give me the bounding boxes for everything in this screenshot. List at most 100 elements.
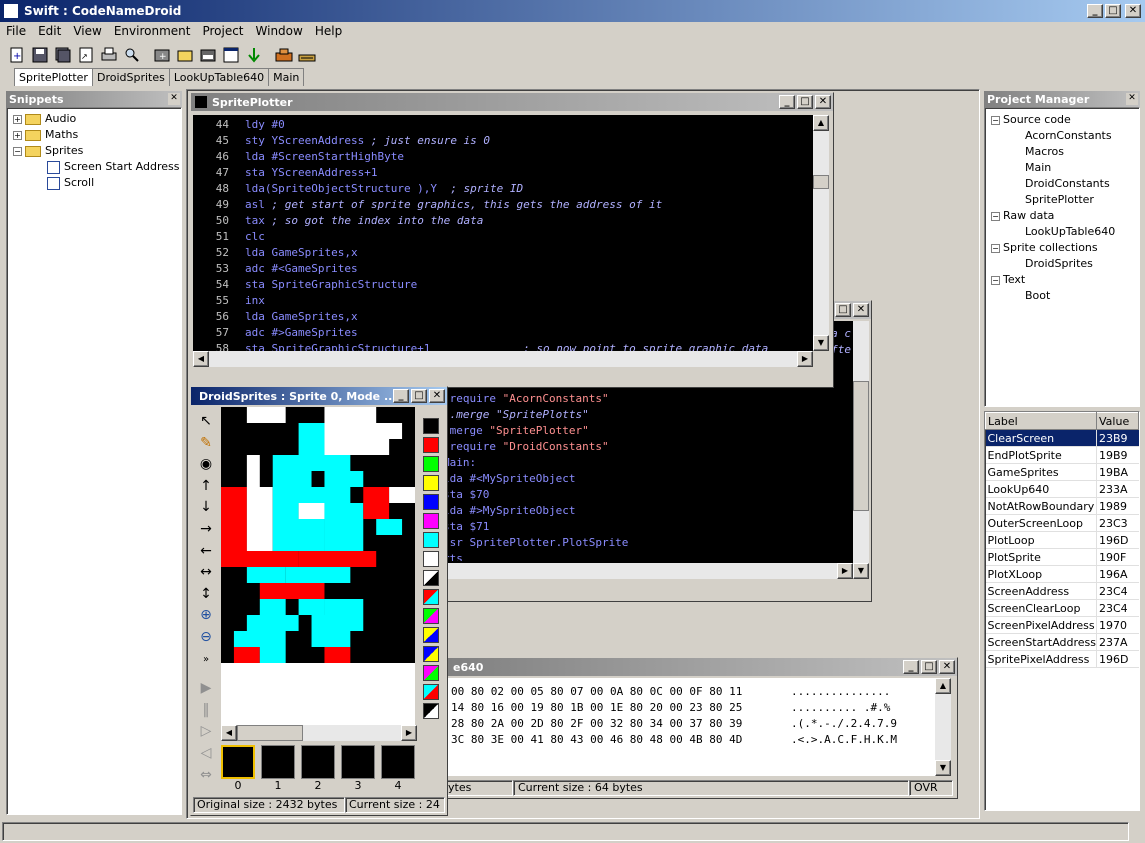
- hex-vertical-scrollbar[interactable]: ▲ ▼: [935, 678, 951, 776]
- new-file-icon[interactable]: +: [6, 44, 28, 66]
- scroll-up-icon[interactable]: ▲: [935, 678, 951, 694]
- collapse-icon[interactable]: −: [991, 275, 1000, 285]
- assemble-icon[interactable]: [273, 44, 295, 66]
- symbol-row[interactable]: ScreenClearLoop 23C4: [985, 599, 1139, 617]
- hex-view[interactable]: 00 80 02 00 05 80 07 00 0A 80 0C 00 0F 8…: [443, 678, 935, 776]
- zoom-out-icon[interactable]: ⊖: [195, 627, 217, 649]
- palette-color-swatch[interactable]: [423, 456, 439, 472]
- pencil-tool-icon[interactable]: ✎: [195, 433, 217, 455]
- project-folder[interactable]: − Source code: [991, 112, 1133, 128]
- symbol-row[interactable]: EndPlotSprite 19B9: [985, 446, 1139, 464]
- sprite-frame-thumb[interactable]: [221, 745, 255, 779]
- find-icon[interactable]: [121, 44, 143, 66]
- flip-vertical-icon[interactable]: ↕: [195, 584, 217, 606]
- sprite-horizontal-scrollbar[interactable]: ◀ ▶: [221, 725, 417, 741]
- value-column-header[interactable]: Value: [1096, 412, 1139, 430]
- symbol-row[interactable]: ScreenPixelAddress 1970: [985, 616, 1139, 634]
- palette-dither-swatch[interactable]: [423, 627, 439, 643]
- symbol-row[interactable]: ScreenStartAddress 237A: [985, 633, 1139, 651]
- shift-right-icon[interactable]: →: [195, 519, 217, 541]
- palette-color-swatch[interactable]: [423, 494, 439, 510]
- scroll-right-icon[interactable]: ▶: [797, 351, 813, 367]
- label-column-header[interactable]: Label: [985, 412, 1097, 430]
- run-icon[interactable]: [296, 44, 318, 66]
- project-file[interactable]: SpritePlotter: [991, 192, 1133, 208]
- export-icon[interactable]: ↗: [75, 44, 97, 66]
- symbol-row[interactable]: ScreenAddress 23C4: [985, 582, 1139, 600]
- palette-dither-swatch[interactable]: [423, 646, 439, 662]
- menu-project[interactable]: Project: [196, 24, 249, 38]
- new-project-icon[interactable]: +: [151, 44, 173, 66]
- sprite-frame-thumb[interactable]: [261, 745, 295, 779]
- project-close-icon[interactable]: ✕: [1126, 93, 1138, 105]
- scroll-right-icon[interactable]: ▶: [401, 725, 417, 741]
- symbol-row[interactable]: OuterScreenLoop 23C3: [985, 514, 1139, 532]
- save-icon[interactable]: [29, 44, 51, 66]
- resize-grip-icon[interactable]: [1129, 822, 1143, 841]
- pointer-tool-icon[interactable]: ↖: [195, 411, 217, 433]
- sprite-frame-thumb[interactable]: [381, 745, 415, 779]
- step-forward-icon[interactable]: ▷: [195, 721, 217, 743]
- close-button[interactable]: ✕: [939, 660, 955, 674]
- step-back-icon[interactable]: ◁: [195, 743, 217, 765]
- shift-left-icon[interactable]: ←: [195, 541, 217, 563]
- scroll-down-icon[interactable]: ▼: [935, 760, 951, 776]
- project-file[interactable]: Macros: [991, 144, 1133, 160]
- main-vertical-scrollbar[interactable]: ▼: [853, 321, 869, 579]
- maximize-button[interactable]: □: [411, 389, 427, 403]
- menu-view[interactable]: View: [67, 24, 107, 38]
- palette-color-swatch[interactable]: [423, 513, 439, 529]
- maximize-button[interactable]: □: [797, 95, 813, 109]
- symbol-row[interactable]: PlotXLoop 196A: [985, 565, 1139, 583]
- menu-environment[interactable]: Environment: [108, 24, 197, 38]
- palette-dither-swatch[interactable]: [423, 608, 439, 624]
- minimize-button[interactable]: _: [393, 389, 409, 403]
- project-file[interactable]: Boot: [991, 288, 1133, 304]
- collapse-icon[interactable]: −: [991, 115, 1000, 125]
- loop-icon[interactable]: ⇔: [195, 765, 217, 787]
- scroll-right-icon[interactable]: ▶: [837, 563, 853, 579]
- sprite-frame-thumb[interactable]: [301, 745, 335, 779]
- project-file[interactable]: DroidConstants: [991, 176, 1133, 192]
- build-icon[interactable]: [243, 44, 265, 66]
- maximize-button[interactable]: □: [835, 303, 851, 317]
- palette-color-swatch[interactable]: [423, 551, 439, 567]
- spriteplotter-code-editor[interactable]: 44 ldy #0 45 sty YScreenAddress ; just ensu…: [193, 115, 813, 351]
- zoom-in-icon[interactable]: ⊕: [195, 605, 217, 627]
- project-folder[interactable]: − Sprite collections: [991, 240, 1133, 256]
- spriteplotter-horizontal-scrollbar[interactable]: ◀ ▶: [193, 351, 813, 367]
- play-icon[interactable]: ▶: [195, 678, 217, 700]
- spriteplotter-vertical-scrollbar[interactable]: ▲ ▼: [813, 115, 829, 351]
- tab-lookuptable640[interactable]: LookUpTable640: [168, 68, 270, 86]
- symbol-row[interactable]: PlotSprite 190F: [985, 548, 1139, 566]
- properties-icon[interactable]: [220, 44, 242, 66]
- shift-up-icon[interactable]: ↑: [195, 476, 217, 498]
- symbol-row[interactable]: LookUp640 233A: [985, 480, 1139, 498]
- scroll-left-icon[interactable]: ◀: [221, 725, 237, 741]
- save-project-icon[interactable]: [197, 44, 219, 66]
- snippet-scroll[interactable]: Scroll: [13, 175, 175, 191]
- symbol-row[interactable]: PlotLoop 196D: [985, 531, 1139, 549]
- palette-color-swatch[interactable]: [423, 532, 439, 548]
- close-button[interactable]: ✕: [429, 389, 445, 403]
- scroll-down-icon[interactable]: ▼: [853, 563, 869, 579]
- project-file[interactable]: AcornConstants: [991, 128, 1133, 144]
- palette-dither-swatch[interactable]: [423, 703, 439, 719]
- tab-droidsprites[interactable]: DroidSprites: [91, 68, 170, 86]
- sprite-pixel-grid[interactable]: [221, 407, 415, 679]
- palette-color-swatch[interactable]: [423, 437, 439, 453]
- snippet-screen-start-address[interactable]: Screen Start Address: [13, 159, 180, 175]
- main-horizontal-scrollbar[interactable]: ▶: [443, 563, 853, 579]
- flip-horizontal-icon[interactable]: ↔: [195, 562, 217, 584]
- sprite-frame-item[interactable]: 0: [221, 745, 255, 792]
- open-project-icon[interactable]: [174, 44, 196, 66]
- sprite-frame-item[interactable]: 4: [381, 745, 415, 792]
- sprite-frame-thumb[interactable]: [341, 745, 375, 779]
- close-button[interactable]: ✕: [1125, 4, 1141, 18]
- symbol-row[interactable]: ClearScreen 23B9: [985, 429, 1139, 447]
- scroll-down-icon[interactable]: ▼: [813, 335, 829, 351]
- close-button[interactable]: ✕: [853, 303, 869, 317]
- symbol-row[interactable]: SpritePixelAddress 196D: [985, 650, 1139, 668]
- palette-color-swatch[interactable]: [423, 475, 439, 491]
- sprite-frame-item[interactable]: 3: [341, 745, 375, 792]
